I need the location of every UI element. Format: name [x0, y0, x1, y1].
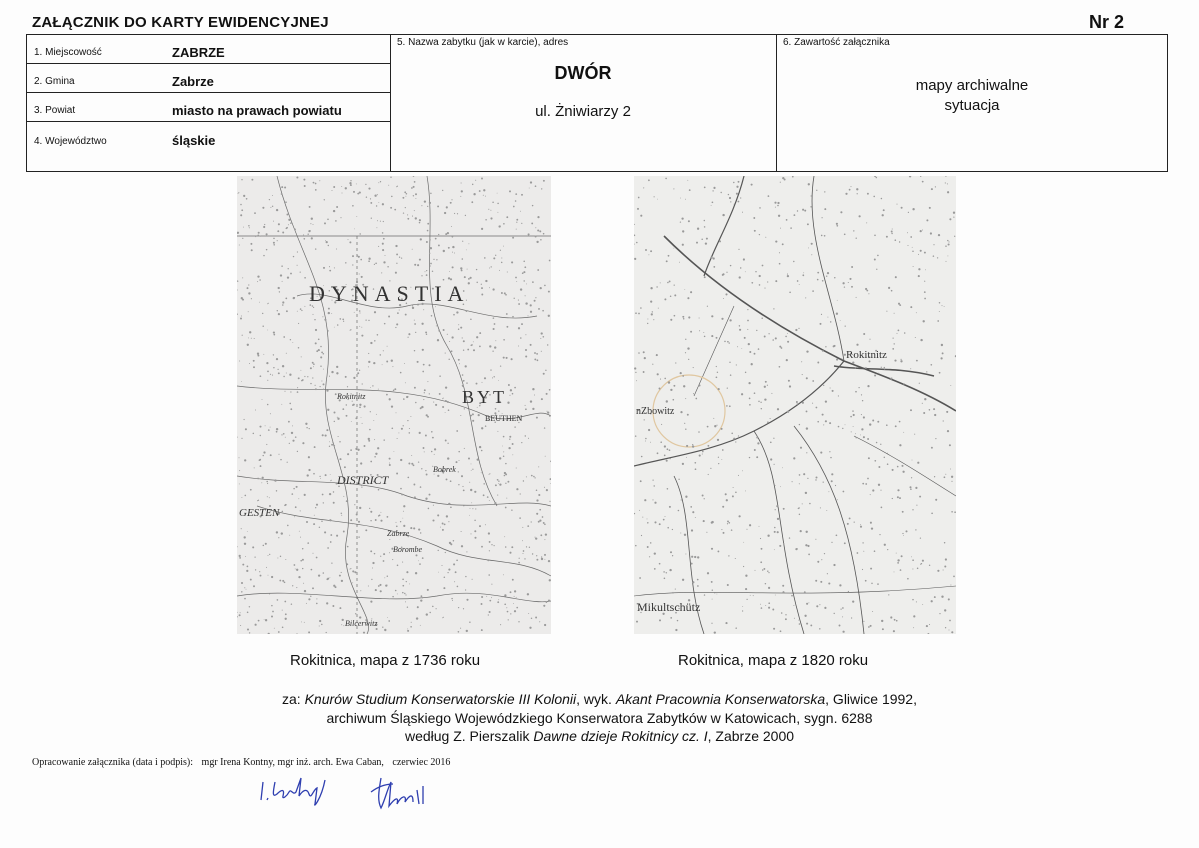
monument-caption: 5. Nazwa zabytku (jak w karcie), adres [397, 37, 569, 48]
prepared-by: Opracowanie załącznika (data i podpis): … [32, 757, 456, 768]
map-label: Mikultschütz [637, 600, 700, 614]
field-label: 4. Województwo [34, 136, 107, 147]
map-1736-drawing: DYNASTIA BYT DISTRICT GESTEN BEUTHEN Rok… [237, 176, 551, 634]
signature-kontny [260, 777, 326, 806]
prepared-date: czerwiec 2016 [392, 757, 451, 768]
source-author: Akant Pracownia Konserwatorska [615, 691, 826, 707]
source-line-3: według Z. Pierszalik Dawne dzieje Rokitn… [0, 728, 1199, 744]
contents-line-1: mapy archiwalne [915, 77, 1029, 94]
contents-line-2: sytuacja [944, 97, 1000, 114]
map-1820-drawing: Rokitnitz Mikultschütz nZbowitz [634, 176, 956, 634]
field-label: 1. Miejscowość [34, 47, 102, 58]
source-title: Knurów Studium Konserwatorskie III Kolon… [304, 691, 577, 707]
source-tail: , Gliwice 1992, [825, 691, 917, 707]
field-value: miasto na prawach powiatu [172, 103, 342, 118]
source-line3-title: Dawne dzieje Rokitnicy cz. I [533, 728, 708, 744]
map-label: Rokitnitz [846, 349, 887, 361]
field-value: śląskie [172, 133, 216, 148]
map-label: Bobrek [433, 465, 456, 474]
monument-name: DWÓR [554, 63, 612, 83]
field-locality: 1. Miejscowość ZABRZE [27, 35, 390, 64]
source-mid: , wyk. [576, 691, 616, 707]
prepared-label: Opracowanie załącznika (data i podpis): [32, 757, 194, 768]
map-1736: DYNASTIA BYT DISTRICT GESTEN BEUTHEN Rok… [237, 176, 551, 634]
map-label: BEUTHEN [485, 414, 523, 423]
signature-caban [370, 777, 424, 810]
map-1820-terrain [634, 176, 956, 634]
location-fields: 1. Miejscowość ZABRZE 2. Gmina Zabrze 3.… [27, 35, 391, 172]
field-commune: 2. Gmina Zabrze [27, 64, 390, 93]
map-1820: Rokitnitz Mikultschütz nZbowitz [634, 176, 956, 634]
map-label: DYNASTIA [309, 281, 469, 306]
map-label: DISTRICT [336, 473, 390, 487]
map-label: Bilcerwitz [345, 619, 378, 628]
monument-cell: 5. Nazwa zabytku (jak w karcie), adres D… [390, 35, 777, 172]
source-line3-tail: , Zabrze 2000 [707, 728, 795, 744]
map-label: BYT [462, 387, 507, 407]
source-line3-prefix: według Z. Pierszalik [404, 728, 534, 744]
contents-caption: 6. Zawartość załącznika [783, 37, 890, 48]
field-label: 3. Powiat [34, 105, 76, 116]
field-label: 2. Gmina [34, 76, 75, 87]
registry-form-table: 1. Miejscowość ZABRZE 2. Gmina Zabrze 3.… [26, 34, 1168, 172]
contents-cell: 6. Zawartość załącznika mapy archiwalne … [776, 35, 1168, 172]
field-county: 3. Powiat miasto na prawach powiatu [27, 93, 390, 122]
map-label: Borombe [393, 545, 422, 554]
source-line-2: archiwum Śląskiego Wojewódzkiego Konserw… [326, 710, 873, 726]
source-prefix: za: [282, 691, 305, 707]
header-title: ZAŁĄCZNIK DO KARTY EWIDENCYJNEJ [32, 14, 329, 31]
field-voivodeship: 4. Województwo śląskie [27, 122, 390, 172]
prepared-authors: mgr Irena Kontny, mgr inż. arch. Ewa Cab… [201, 757, 384, 768]
field-value: ZABRZE [172, 45, 225, 60]
map-label: Rokitnitz [336, 392, 366, 401]
source-line-1: za: Knurów Studium Konserwatorskie III K… [0, 691, 1199, 707]
map-1820-caption: Rokitnica, mapa z 1820 roku [678, 652, 869, 669]
map-label: nZbowitz [636, 406, 675, 417]
map-label: Zabrze [387, 529, 410, 538]
attachment-number: Nr 2 [1088, 12, 1124, 32]
field-value: Zabrze [172, 74, 214, 89]
map-1736-caption: Rokitnica, mapa z 1736 roku [290, 652, 481, 669]
monument-address: ul. Żniwiarzy 2 [535, 103, 631, 120]
map-label: GESTEN [239, 507, 280, 519]
